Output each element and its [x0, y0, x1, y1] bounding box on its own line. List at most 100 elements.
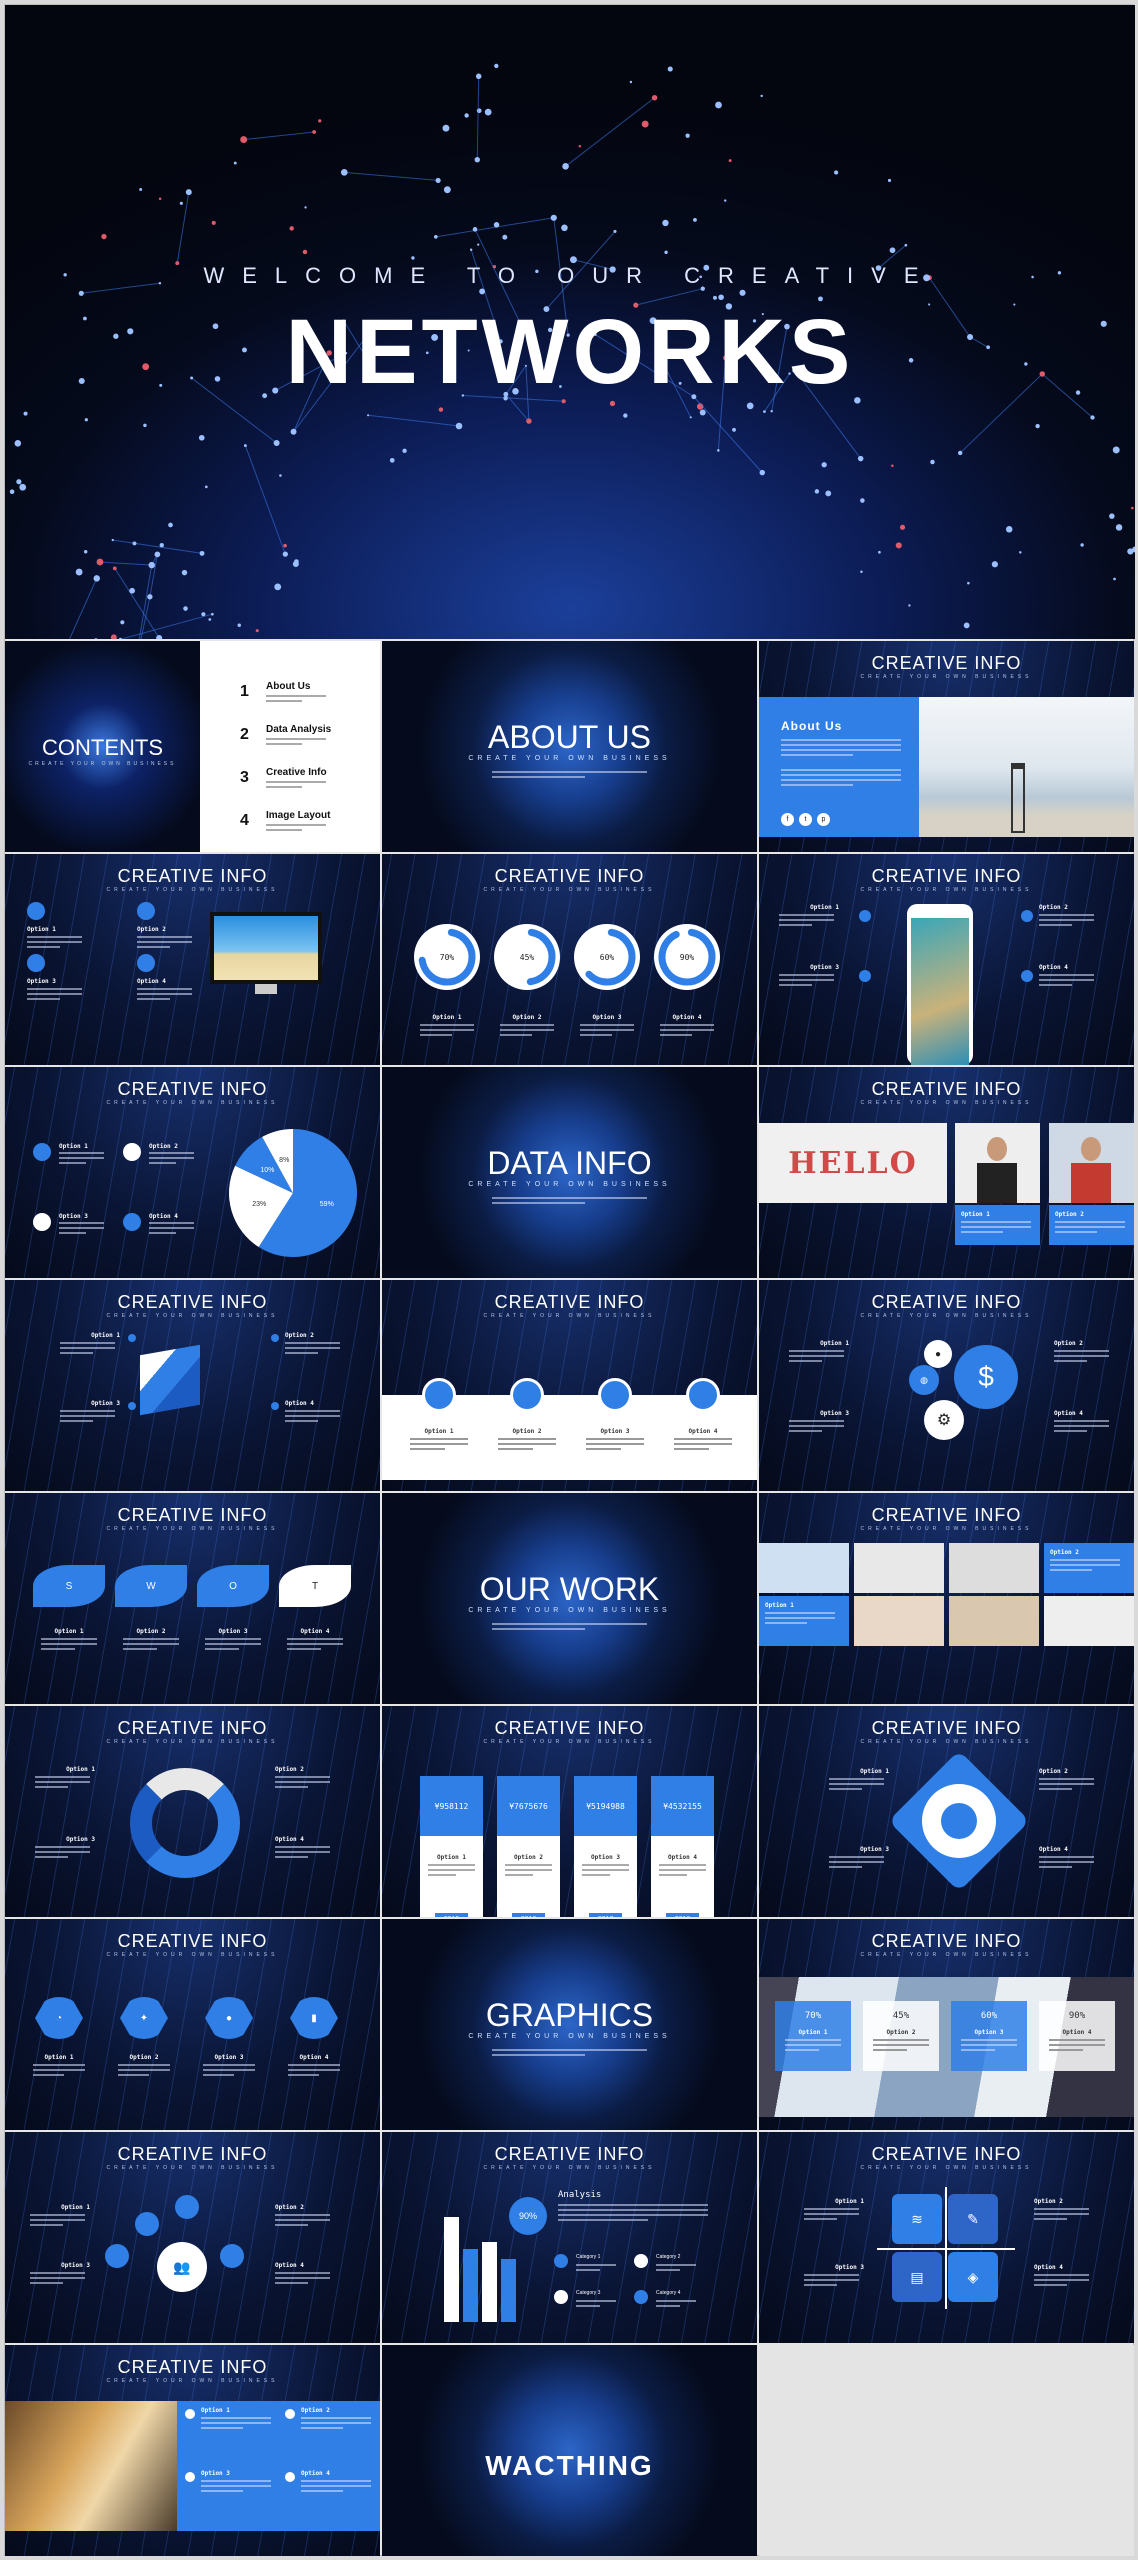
body-text-line: [205, 1638, 261, 1640]
body-text-line: [804, 2213, 859, 2215]
slide-thumbnail-10[interactable]: CREATIVE INFO CREATE YOUR OWN BUSINESS HEL…: [759, 1067, 1134, 1278]
slide-thumbnail-18[interactable]: CREATIVE INFO CREATE YOUR OWN BUSINESS ¥95…: [382, 1706, 757, 1917]
dollar-bubble: $: [954, 1345, 1018, 1409]
slide-thumbnail-26[interactable]: CREATIVE INFO CREATE YOUR OWN BUSINESS Opt…: [5, 2345, 380, 2556]
body-text-line: [149, 1162, 176, 1164]
progress-ring: 60%: [574, 924, 640, 990]
body-text-line: [149, 1157, 194, 1159]
slide-thumbnail-13[interactable]: CREATIVE INFO CREATE YOUR OWN BUSINESS $ ◍ ●…: [759, 1280, 1134, 1491]
analysis-heading: Analysis: [558, 2190, 602, 2200]
slide-thumbnail-5[interactable]: CREATIVE INFO CREATE YOUR OWN BUSINESS Opt…: [5, 854, 380, 1065]
slide-thumbnail-14[interactable]: CREATIVE INFO CREATE YOUR OWN BUSINESS S Op…: [5, 1493, 380, 1704]
icon-square-pencil-icon: ✎: [948, 2194, 998, 2244]
body-text-line: [505, 1869, 552, 1871]
body-text-line: [558, 2209, 708, 2211]
slide-thumbnail-12[interactable]: CREATIVE INFO CREATE YOUR OWN BUSINESS Opt…: [382, 1280, 757, 1491]
body-text-line: [1034, 2208, 1089, 2210]
slide-thumbnail-3[interactable]: ABOUT US CREATE YOUR OWN BUSINESS: [382, 641, 757, 852]
option-label: Option 1: [432, 1014, 462, 1021]
person-head: [1081, 1137, 1101, 1161]
slide-thumbnail-2[interactable]: CONTENTS CREATE YOUR OWN BUSINESS 1 About U…: [5, 641, 380, 852]
option-label: Option 2: [1054, 1340, 1083, 1347]
headphones-icon: [1021, 970, 1033, 982]
year-badge: 2018: [666, 1913, 699, 1917]
body-text-line: [576, 2269, 600, 2271]
item-label[interactable]: Image Layout: [266, 810, 330, 821]
body-text-line: [275, 1781, 330, 1783]
slide-thumbnail-6[interactable]: CREATIVE INFO CREATE YOUR OWN BUSINESS 70%…: [382, 854, 757, 1065]
speedometer-icon: [510, 1378, 544, 1412]
item-label[interactable]: About Us: [266, 681, 310, 692]
option-dot: [285, 2472, 295, 2482]
photo-tile: [949, 1596, 1039, 1646]
body-text-line: [30, 2214, 85, 2216]
body-text-line: [118, 2069, 170, 2071]
bluetooth-icon: [123, 1143, 141, 1161]
body-text-line: [785, 2039, 841, 2041]
slide-thumbnail-9[interactable]: DATA INFO CREATE YOUR OWN BUSINESS: [382, 1067, 757, 1278]
slide-thumbnail-25[interactable]: CREATIVE INFO CREATE YOUR OWN BUSINESS ≋ ✎ ▤…: [759, 2132, 1134, 2343]
body-text-line: [660, 1034, 693, 1036]
body-text-line: [275, 1776, 330, 1778]
slide-thumbnail-27[interactable]: WACTHING: [382, 2345, 757, 2556]
body-text-line: [266, 743, 302, 745]
body-text-line: [35, 1846, 90, 1848]
horizontal-arrow: [877, 2248, 1015, 2250]
price-header: ¥5194988: [574, 1776, 637, 1836]
item-number: 2: [240, 726, 249, 743]
body-text-line: [59, 1162, 86, 1164]
twitter-icon[interactable]: t: [799, 813, 812, 826]
body-text-line: [285, 1420, 318, 1422]
body-text-line: [35, 1781, 90, 1783]
bar-chart-icon: ▮: [290, 1997, 338, 2039]
item-label[interactable]: Data Analysis: [266, 724, 331, 735]
item-label[interactable]: Creative Info: [266, 767, 327, 778]
facebook-icon[interactable]: f: [781, 813, 794, 826]
slide-thumbnail-19[interactable]: CREATIVE INFO CREATE YOUR OWN BUSINESS Opt…: [759, 1706, 1134, 1917]
slide-thumbnail-23[interactable]: CREATIVE INFO CREATE YOUR OWN BUSINESS 👥 Op…: [5, 2132, 380, 2343]
body-text-line: [123, 1638, 179, 1640]
slide-thumbnail-17[interactable]: CREATIVE INFO CREATE YOUR OWN BUSINESS Opt…: [5, 1706, 380, 1917]
body-text-line: [1050, 1559, 1120, 1561]
bar: [501, 2259, 516, 2322]
slide-thumbnail-22[interactable]: CREATIVE INFO CREATE YOUR OWN BUSINESS 70%…: [759, 1919, 1134, 2130]
body-text-line: [275, 2272, 330, 2274]
body-text-line: [1054, 1420, 1109, 1422]
body-text-line: [275, 2219, 330, 2221]
body-text-line: [500, 1034, 533, 1036]
phone-screen: [911, 918, 969, 1065]
body-text-line: [59, 1232, 86, 1234]
body-text-line: [781, 784, 853, 786]
hero-subtitle: WELCOME TO OUR CREATIVE: [203, 263, 937, 288]
body-text-line: [201, 2480, 271, 2482]
price-card: ¥7675676 Option 2 2016: [497, 1776, 560, 1917]
slide-thumbnail-8[interactable]: CREATIVE INFO CREATE YOUR OWN BUSINESS Opt…: [5, 1067, 380, 1278]
photo-tile: [854, 1596, 944, 1646]
body-text-line: [659, 1864, 706, 1866]
option-dot: [285, 2409, 295, 2419]
pinterest-icon[interactable]: p: [817, 813, 830, 826]
slide-tagline: CREATE YOUR OWN BUSINESS: [106, 1526, 279, 1532]
search-icon: [135, 2212, 159, 2236]
body-text-line: [558, 2204, 708, 2206]
body-text-line: [60, 1342, 115, 1344]
speaker-icon: [33, 1213, 51, 1231]
option-label: Option 2: [514, 1854, 543, 1861]
body-text-line: [59, 1227, 104, 1229]
option-label: Option 1: [27, 926, 56, 933]
slide-thumbnail-20[interactable]: CREATIVE INFO CREATE YOUR OWN BUSINESS ◔ Op…: [5, 1919, 380, 2130]
slide-thumbnail-24[interactable]: CREATIVE INFO CREATE YOUR OWN BUSINESS 90%…: [382, 2132, 757, 2343]
body-text-line: [804, 2279, 859, 2281]
option-label: Option 3: [592, 1014, 622, 1021]
slide-thumbnail-4[interactable]: CREATIVE INFO CREATE YOUR OWN BUSINESS Abo…: [759, 641, 1134, 852]
option-dot: [271, 1402, 279, 1410]
slide-thumbnail-11[interactable]: CREATIVE INFO CREATE YOUR OWN BUSINESS Opt…: [5, 1280, 380, 1491]
body-text-line: [789, 1425, 844, 1427]
item-number: 4: [240, 812, 249, 829]
slide-thumbnail-7[interactable]: CREATIVE INFO CREATE YOUR OWN BUSINESS Opt…: [759, 854, 1134, 1065]
slide-thumbnail-16[interactable]: CREATIVE INFO CREATE YOUR OWN BUSINESS Opt…: [759, 1493, 1134, 1704]
slide-thumbnail-21[interactable]: GRAPHICS CREATE YOUR OWN BUSINESS: [382, 1919, 757, 2130]
person-body: [977, 1163, 1017, 1203]
title-slide[interactable]: WELCOME TO OUR CREATIVE NETWORKS: [5, 5, 1135, 639]
slide-thumbnail-15[interactable]: OUR WORK CREATE YOUR OWN BUSINESS: [382, 1493, 757, 1704]
